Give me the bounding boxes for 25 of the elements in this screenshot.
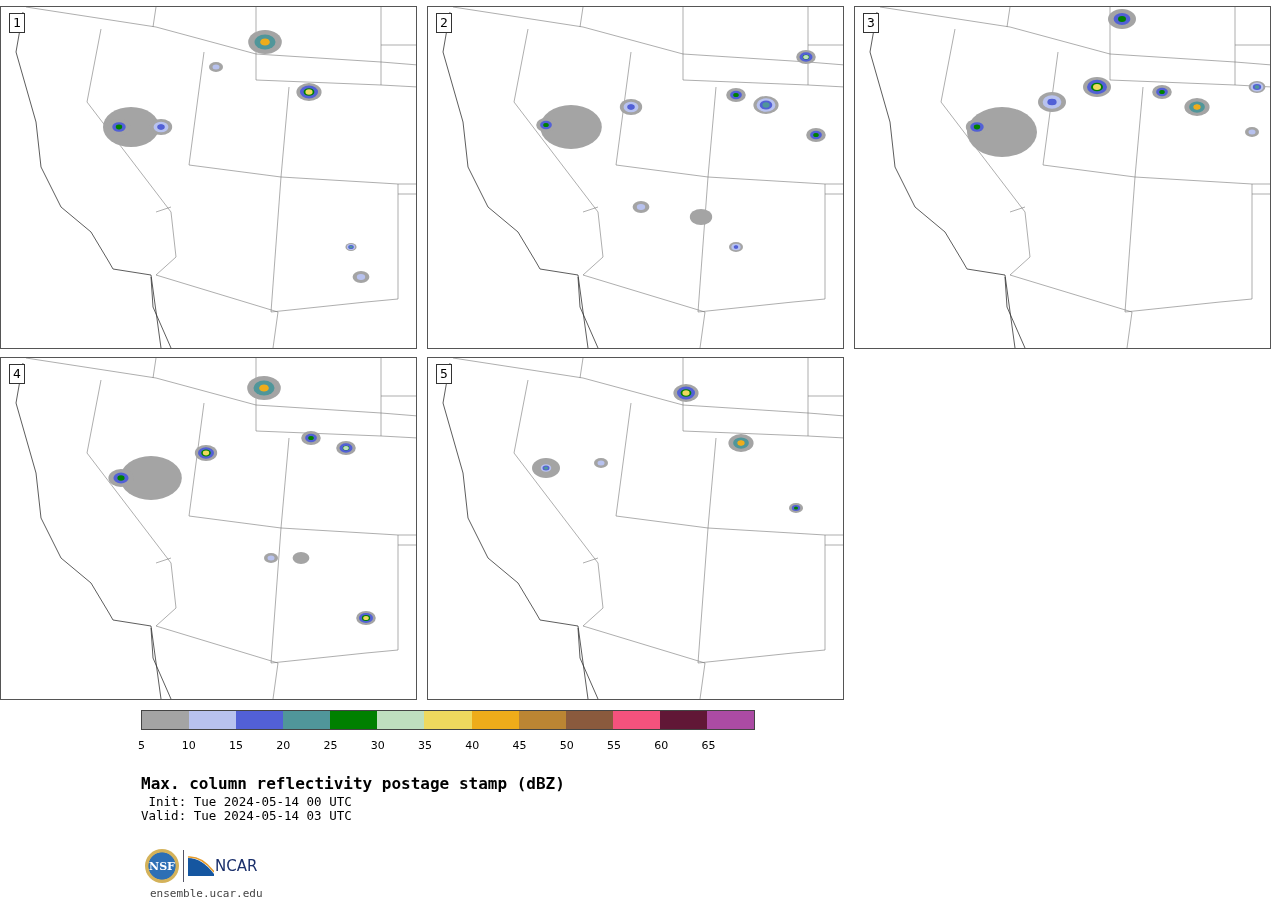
nsf-logo: NSF	[145, 849, 179, 883]
scale-tick-label: 30	[370, 739, 385, 752]
scale-tick-label: 45	[512, 739, 527, 752]
scale-tick-label: 55	[607, 739, 621, 752]
website-url: ensemble.ucar.edu	[150, 887, 264, 900]
scale-tick-label: 25	[323, 739, 338, 752]
scale-tick-label: 50	[559, 739, 574, 752]
scale-tick-label: 65	[701, 739, 716, 752]
init-time: Init: Tue 2024-05-14 00 UTC	[147, 795, 353, 809]
panel-number: 3	[863, 13, 879, 33]
scale-tick-label: 15	[229, 739, 243, 752]
valid-time: Valid: Tue 2024-05-14 03 UTC	[141, 809, 353, 823]
scale-tick-label: 40	[465, 739, 480, 752]
scale-tick-label: 5	[138, 739, 145, 752]
panel-number: 4	[9, 364, 25, 384]
scale-tick-label: 10	[181, 739, 196, 752]
scale-tick-label: 20	[276, 739, 291, 752]
scale-tick-label: 35	[418, 739, 432, 752]
chart-title: Max. column reflectivity postage stamp (dBZ)	[141, 774, 566, 793]
ncar-logo-text: NCAR	[215, 857, 258, 875]
panel-number: 2	[436, 13, 452, 33]
panel-number: 5	[436, 364, 452, 384]
panel-number: 1	[9, 13, 25, 33]
swoosh-icon	[188, 856, 214, 876]
scale-tick-label: 60	[654, 739, 669, 752]
